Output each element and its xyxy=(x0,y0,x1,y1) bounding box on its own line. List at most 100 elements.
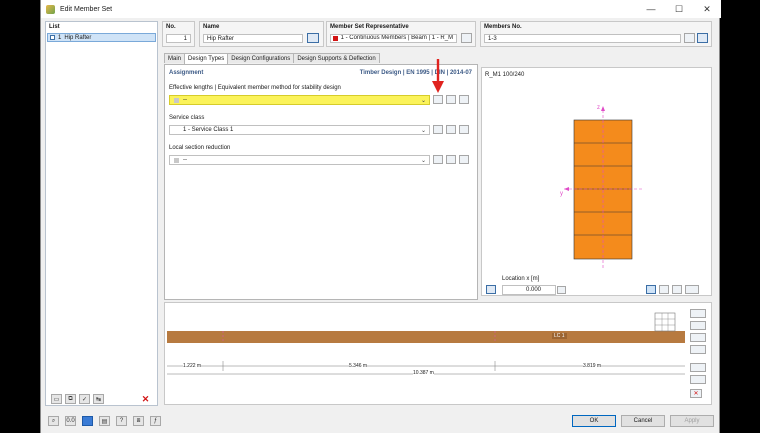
local-section-swatch xyxy=(174,157,179,163)
refresh-view-icon[interactable] xyxy=(486,285,496,294)
tab-design-configurations[interactable]: Design Configurations xyxy=(227,53,295,63)
representative-select[interactable]: 1 - Continuous Members | Beam | 1 - R_M1… xyxy=(330,34,457,43)
member-drawing xyxy=(167,312,685,375)
library-service-class-icon[interactable] xyxy=(459,125,469,134)
effective-lengths-value: -- xyxy=(183,97,187,103)
delete-icon[interactable]: ✕ xyxy=(140,394,151,404)
window-title: Edit Member Set xyxy=(60,5,113,13)
select-member-icon[interactable] xyxy=(461,33,472,43)
dialog-footer: ⌕ 0.0 ▤ ? ⧈ ƒ OK Cancel Apply xyxy=(41,411,721,433)
list-panel: List 1 Hip Rafter xyxy=(45,21,158,406)
members-field[interactable]: 1-3 xyxy=(484,34,681,43)
dimension-option-icon[interactable] xyxy=(690,321,706,330)
label-option-icon[interactable] xyxy=(690,333,706,342)
edit-service-class-icon[interactable] xyxy=(446,125,456,134)
member-view-toolbar: ✕ xyxy=(690,309,706,398)
maximize-button[interactable]: ☐ xyxy=(665,0,693,18)
reverse-direction-icon[interactable] xyxy=(697,33,708,43)
effective-lengths-select[interactable]: -- ⌄ xyxy=(169,95,430,105)
result-option-icon[interactable] xyxy=(690,345,706,354)
representative-box: Member Set Representative 1 - Continuous… xyxy=(326,21,476,47)
no-field[interactable]: 1 xyxy=(166,34,191,43)
tab-main[interactable]: Main xyxy=(164,53,186,63)
info-icon[interactable] xyxy=(659,285,669,294)
chevron-down-icon: ⌄ xyxy=(420,158,426,164)
total-length: 10.387 m xyxy=(413,370,434,376)
red-arrow-icon xyxy=(432,59,444,93)
library-effective-length-icon[interactable] xyxy=(459,95,469,104)
new-effective-length-icon[interactable] xyxy=(433,95,443,104)
formula-icon[interactable]: ƒ xyxy=(150,416,161,426)
service-class-value: 1 - Service Class 1 xyxy=(183,127,234,133)
cancel-button[interactable]: Cancel xyxy=(621,415,665,427)
uncheck-icon[interactable]: ↹ xyxy=(93,394,104,404)
section-view-icon[interactable] xyxy=(646,285,656,294)
list-toolbar: ▭ ⧉ ✓ ↹ ✕ xyxy=(45,393,158,405)
copy-item-icon[interactable]: ⧉ xyxy=(65,394,76,404)
list-item-color-box xyxy=(50,35,55,40)
name-field[interactable]: Hip Rafter xyxy=(203,34,303,43)
apply-button[interactable]: Apply xyxy=(670,415,714,427)
service-class-select[interactable]: 1 - Service Class 1 ⌄ xyxy=(169,125,430,135)
library-local-section-icon[interactable] xyxy=(459,155,469,164)
assignment-title: Assignment xyxy=(169,70,204,76)
dimension-1: 1.222 m xyxy=(183,363,202,369)
search-icon[interactable]: ⌕ xyxy=(48,416,59,426)
help-icon[interactable]: ? xyxy=(116,416,127,426)
edit-local-section-icon[interactable] xyxy=(446,155,456,164)
no-label: No. xyxy=(166,24,176,30)
service-class-label: Service class xyxy=(169,115,205,121)
axis-y-label: y xyxy=(560,191,563,197)
local-section-reduction-select[interactable]: -- ⌄ xyxy=(169,155,430,165)
print-view-icon[interactable] xyxy=(690,375,706,384)
pick-members-icon[interactable] xyxy=(684,33,695,43)
member-view: LC 1 1.222 m 5.346 m 3.819 m 10.387 m ✕ xyxy=(164,302,712,405)
load-case-label: LC 1 xyxy=(552,333,567,339)
print-icon[interactable] xyxy=(685,285,699,294)
local-section-reduction-label: Local section reduction xyxy=(169,145,231,151)
representative-label: Member Set Representative xyxy=(330,24,409,30)
display-options-icon[interactable] xyxy=(672,285,682,294)
name-box: Name Hip Rafter xyxy=(199,21,324,47)
new-item-icon[interactable]: ▭ xyxy=(51,394,62,404)
axis-z-label: z xyxy=(597,105,600,111)
footer-toolbar: ⌕ 0.0 ▤ ? ⧈ ƒ xyxy=(48,416,161,426)
view-option-icon[interactable] xyxy=(690,309,706,318)
location-label: Location x [m] xyxy=(502,276,540,282)
edit-name-icon[interactable] xyxy=(307,33,319,43)
new-local-section-icon[interactable] xyxy=(433,155,443,164)
effective-lengths-tools xyxy=(433,95,469,104)
edit-effective-length-icon[interactable] xyxy=(446,95,456,104)
cross-section-drawing xyxy=(564,106,642,268)
member-color-swatch xyxy=(333,36,338,41)
app-icon xyxy=(46,4,55,14)
no-box: No. 1 xyxy=(162,21,195,47)
minimize-button[interactable]: — xyxy=(637,0,665,18)
dimension-3: 3.819 m xyxy=(583,363,602,369)
list-item[interactable]: 1 Hip Rafter xyxy=(47,33,156,42)
service-class-tools xyxy=(433,125,469,134)
effective-lengths-label: Effective lengths | Equivalent member me… xyxy=(169,85,341,91)
list-item-no: 1 xyxy=(58,34,62,41)
color-icon[interactable] xyxy=(82,416,93,426)
tab-design-supports[interactable]: Design Supports & Deflection xyxy=(293,53,380,63)
check-icon[interactable]: ✓ xyxy=(79,394,90,404)
dimension-2: 5.346 m xyxy=(349,363,368,369)
ok-button[interactable]: OK xyxy=(572,415,616,427)
tab-design-types[interactable]: Design Types xyxy=(184,53,229,64)
fit-view-icon[interactable] xyxy=(690,363,706,372)
new-service-class-icon[interactable] xyxy=(433,125,443,134)
representative-value: 1 - Continuous Members | Beam | 1 - R_M1… xyxy=(340,35,453,41)
filter-icon[interactable] xyxy=(557,286,566,294)
local-section-reduction-value: -- xyxy=(183,157,187,163)
tab-bar: Main Design Types Design Configurations … xyxy=(164,53,380,64)
preview-toolbar xyxy=(646,285,699,294)
reset-icon[interactable]: ✕ xyxy=(690,389,702,398)
location-input[interactable]: 0.000 xyxy=(502,285,556,295)
model-icon[interactable]: ⧈ xyxy=(133,416,144,426)
units-icon[interactable]: 0.0 xyxy=(65,416,76,426)
design-standard: Timber Design | EN 1995 | DIN | 2014-07 xyxy=(359,70,472,76)
close-button[interactable]: ✕ xyxy=(693,0,721,18)
members-label: Members No. xyxy=(484,24,522,30)
table-icon[interactable]: ▤ xyxy=(99,416,110,426)
